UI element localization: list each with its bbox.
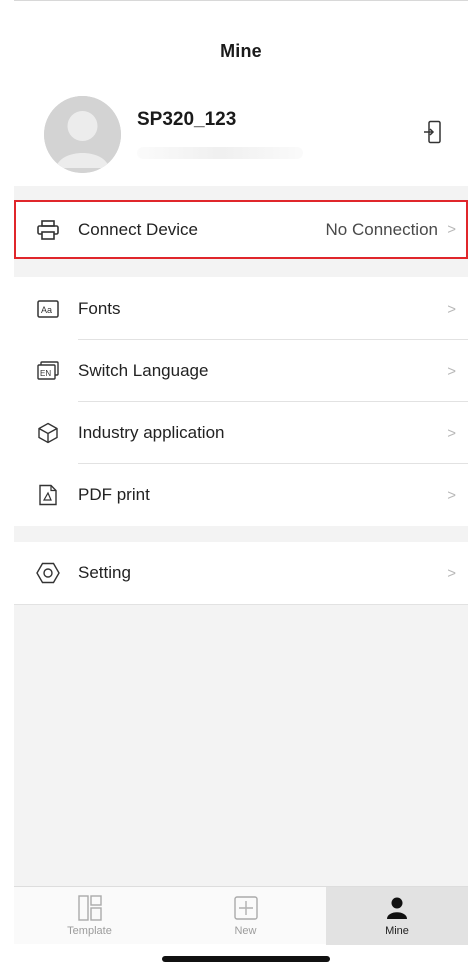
menu-item-setting[interactable]: Setting > bbox=[14, 542, 468, 604]
menu-item-industry-application[interactable]: Industry application > bbox=[14, 402, 468, 464]
menu-item-switch-language[interactable]: EN Switch Language > bbox=[14, 340, 468, 402]
connection-status: No Connection bbox=[325, 219, 438, 239]
connect-device-label: Connect Device bbox=[78, 219, 199, 239]
chevron-right-icon: > bbox=[447, 424, 456, 442]
cube-icon bbox=[36, 421, 60, 445]
menu-item-label: PDF print bbox=[78, 485, 150, 504]
tab-new[interactable]: New bbox=[165, 887, 326, 945]
template-icon bbox=[77, 893, 102, 923]
settings-icon bbox=[36, 561, 60, 585]
printer-icon bbox=[36, 218, 60, 242]
logout-icon bbox=[424, 120, 441, 144]
app-screen: Mine SP320_123 Connect Device No Connect… bbox=[0, 0, 468, 967]
chevron-right-icon: > bbox=[447, 362, 456, 380]
section-gap bbox=[14, 526, 468, 542]
page-title: Mine bbox=[220, 41, 262, 61]
bottom-tab-bar: Template New Mine bbox=[14, 886, 468, 945]
menu-item-label: Switch Language bbox=[78, 361, 209, 380]
tab-label: Template bbox=[67, 925, 112, 937]
svg-text:EN: EN bbox=[40, 369, 51, 378]
person-icon bbox=[385, 893, 409, 923]
chevron-right-icon: > bbox=[447, 486, 456, 504]
chevron-right-icon: > bbox=[447, 221, 456, 238]
section-gap bbox=[14, 259, 468, 277]
profile-header: Mine SP320_123 bbox=[14, 0, 468, 186]
empty-area bbox=[14, 604, 468, 886]
chevron-right-icon: > bbox=[447, 564, 456, 582]
connect-device-row[interactable]: Connect Device No Connection > bbox=[14, 200, 468, 259]
avatar-placeholder-icon bbox=[44, 96, 121, 173]
tab-template[interactable]: Template bbox=[14, 887, 165, 945]
redacted-subtitle bbox=[137, 147, 303, 159]
menu-item-pdf-print[interactable]: PDF print > bbox=[14, 464, 468, 526]
setting-label: Setting bbox=[78, 563, 131, 582]
tab-label: Mine bbox=[385, 925, 409, 937]
tab-mine[interactable]: Mine bbox=[326, 887, 468, 945]
section-gap bbox=[14, 186, 468, 200]
svg-text:Aa: Aa bbox=[41, 305, 52, 315]
menu-item-label: Industry application bbox=[78, 423, 225, 442]
logout-button[interactable] bbox=[419, 118, 445, 146]
home-indicator bbox=[162, 956, 330, 962]
chevron-right-icon: > bbox=[447, 300, 456, 318]
new-icon bbox=[233, 893, 258, 923]
avatar[interactable] bbox=[44, 96, 121, 173]
menu-item-fonts[interactable]: Aa Fonts > bbox=[14, 278, 468, 340]
tab-label: New bbox=[234, 925, 257, 937]
username: SP320_123 bbox=[137, 109, 237, 130]
language-icon: EN bbox=[36, 359, 60, 383]
fonts-icon: Aa bbox=[36, 297, 60, 321]
pdf-icon bbox=[36, 483, 60, 507]
menu-item-label: Fonts bbox=[78, 299, 121, 318]
